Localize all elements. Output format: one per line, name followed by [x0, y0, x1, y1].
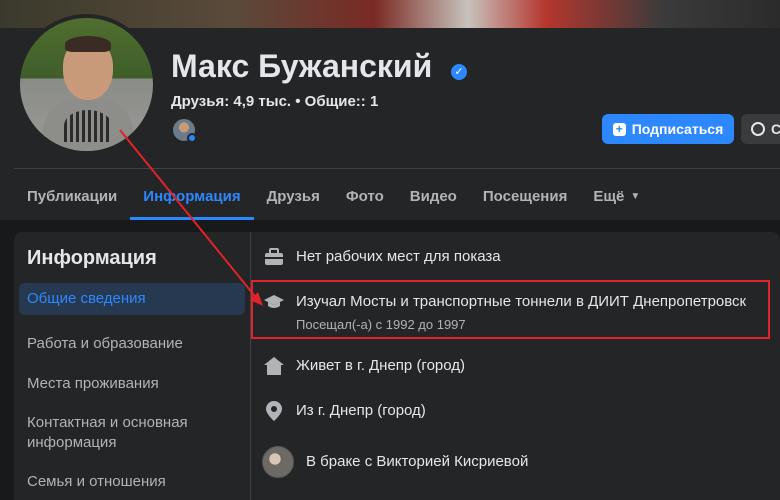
tab-label: Посещения	[482, 187, 568, 205]
messenger-icon	[751, 122, 765, 136]
sidebar-item-contact-info[interactable]: Контактная и основная информация	[19, 407, 219, 459]
briefcase-icon	[264, 247, 284, 267]
location-pin-icon	[264, 401, 284, 421]
about-title: Информация	[27, 247, 157, 269]
header-divider	[14, 168, 780, 169]
tab-photos[interactable]: Фото	[333, 172, 397, 220]
online-dot-icon	[187, 133, 197, 143]
sidebar-item-work-education[interactable]: Работа и образование	[19, 328, 245, 360]
tab-label: Ещё	[593, 187, 625, 205]
tab-label: Публикации	[27, 187, 118, 205]
profile-avatar[interactable]	[16, 14, 157, 155]
message-label: Со	[771, 121, 780, 137]
tab-videos[interactable]: Видео	[397, 172, 470, 220]
lives-text[interactable]: Живет в г. Днепр (город)	[296, 356, 465, 376]
sidebar-item-family[interactable]: Семья и отношения	[19, 466, 245, 498]
relationship-text[interactable]: В браке с Викторией Кисриевой	[306, 452, 528, 472]
tab-checkins[interactable]: Посещения	[470, 172, 580, 220]
verified-badge-icon: ✓	[451, 64, 467, 80]
tab-more[interactable]: Ещё ▼	[580, 172, 653, 220]
tab-friends[interactable]: Друзья	[254, 172, 333, 220]
home-icon	[264, 356, 284, 376]
friends-count[interactable]: Друзья: 4,9 тыс. • Общие:: 1	[171, 93, 378, 110]
subscribe-label: Подписаться	[631, 121, 724, 137]
plus-icon: +	[612, 122, 626, 136]
message-button[interactable]: Со	[741, 114, 780, 144]
mutual-friend-avatar[interactable]	[171, 117, 197, 143]
tab-about[interactable]: Информация	[130, 172, 254, 220]
work-text: Нет рабочих мест для показа	[296, 248, 501, 265]
tab-label: Информация	[143, 187, 241, 205]
profile-tabs: Публикации Информация Друзья Фото Видео …	[14, 172, 653, 220]
tab-posts[interactable]: Публикации	[14, 172, 130, 220]
profile-name: Макс Бужанский	[171, 48, 433, 84]
panel-divider	[250, 232, 251, 500]
lives-row: Живет в г. Днепр (город)	[264, 356, 465, 376]
spouse-avatar[interactable]	[262, 446, 294, 478]
subscribe-button[interactable]: + Подписаться	[602, 114, 734, 144]
work-row: Нет рабочих мест для показа	[264, 247, 501, 267]
tab-label: Фото	[345, 187, 384, 205]
annotation-highlight-box	[251, 280, 770, 339]
tab-label: Видео	[409, 187, 457, 205]
caret-down-icon: ▼	[630, 190, 641, 202]
avatar-hair	[65, 36, 111, 52]
sidebar-item-places[interactable]: Места проживания	[19, 368, 245, 400]
relationship-row: В браке с Викторией Кисриевой	[262, 446, 528, 478]
from-text[interactable]: Из г. Днепр (город)	[296, 401, 426, 421]
sidebar-item-overview[interactable]: Общие сведения	[19, 283, 245, 315]
tab-label: Друзья	[266, 187, 320, 205]
avatar-shirt-print	[64, 110, 112, 142]
from-row: Из г. Днепр (город)	[264, 401, 426, 421]
